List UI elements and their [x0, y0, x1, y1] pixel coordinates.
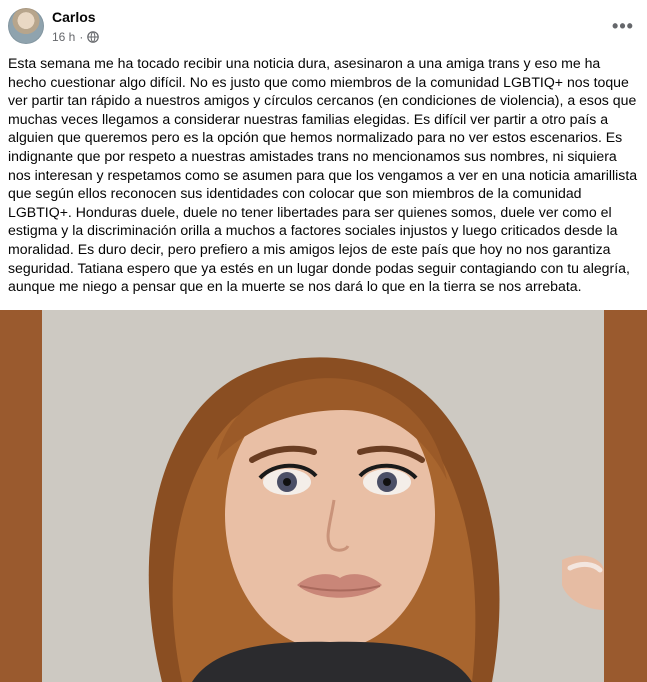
post-text: Esta semana me ha tocado recibir una not… — [8, 55, 638, 295]
post-header: Carlos 16 h · ••• — [0, 0, 647, 52]
portrait-image — [42, 310, 604, 682]
avatar[interactable] — [8, 8, 44, 44]
globe-icon[interactable] — [87, 31, 100, 43]
more-options-button[interactable]: ••• — [608, 11, 638, 41]
separator: · — [79, 30, 84, 44]
post-card: Carlos 16 h · ••• Esta semana me ha toca… — [0, 0, 647, 682]
photo-frame — [42, 310, 604, 682]
timestamp[interactable]: 16 h — [52, 30, 75, 44]
more-horizontal-icon: ••• — [612, 15, 634, 36]
post-photo[interactable] — [0, 310, 647, 682]
author-name[interactable]: Carlos — [52, 9, 96, 25]
post-meta: 16 h · — [52, 30, 100, 44]
